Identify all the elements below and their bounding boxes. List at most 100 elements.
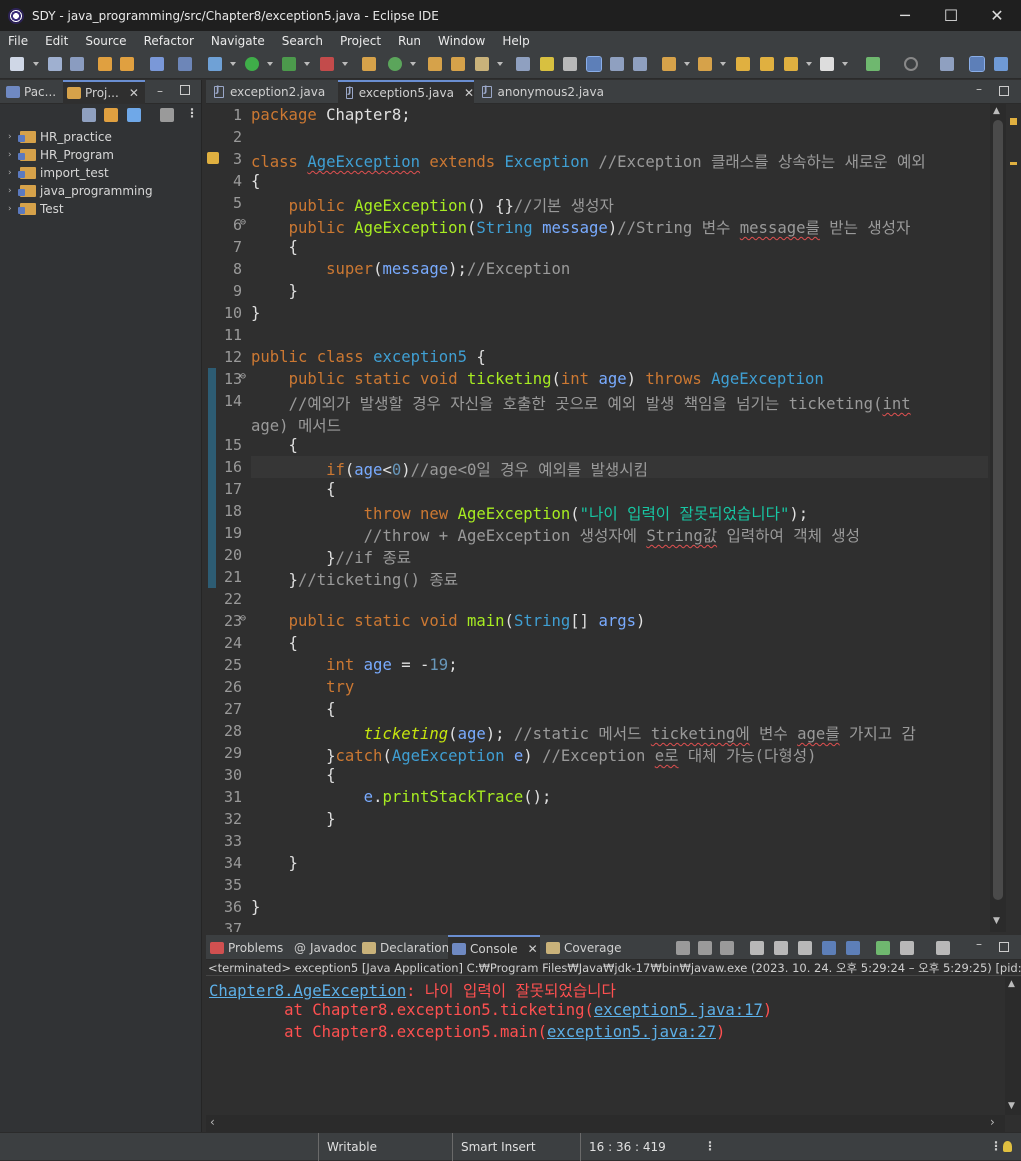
close-window-button[interactable]: ✕ bbox=[974, 0, 1020, 31]
maximize-editor-icon[interactable] bbox=[999, 86, 1009, 96]
menu-source[interactable]: Source bbox=[77, 34, 135, 48]
tree-item-test[interactable]: › Test bbox=[0, 200, 201, 218]
mark-occurrences-icon[interactable] bbox=[540, 57, 554, 71]
tab-exception5-java[interactable]: exception5.java✕ bbox=[338, 80, 474, 104]
scroll-down-icon[interactable]: ▼ bbox=[993, 916, 1000, 926]
remove-all-icon[interactable] bbox=[720, 941, 734, 955]
block-selection-icon[interactable] bbox=[563, 57, 577, 71]
console-horizontal-scrollbar[interactable]: ‹ › bbox=[206, 1115, 1005, 1132]
coverage-icon[interactable] bbox=[282, 57, 296, 71]
redo-icon[interactable] bbox=[120, 57, 134, 71]
close-tab-icon[interactable]: ✕ bbox=[528, 942, 538, 956]
maximize-view-icon[interactable] bbox=[180, 85, 190, 95]
java-perspective-icon[interactable] bbox=[969, 56, 985, 72]
status-more-icon[interactable]: ⋮ bbox=[990, 1139, 1002, 1153]
menu-project[interactable]: Project bbox=[332, 34, 390, 48]
clear-console-icon[interactable] bbox=[750, 941, 764, 955]
link-editor-icon[interactable] bbox=[104, 108, 118, 122]
console-vertical-scrollbar[interactable]: ▲ ▼ bbox=[1005, 977, 1021, 1115]
word-wrap-console-icon[interactable] bbox=[798, 941, 812, 955]
stacktrace-link[interactable]: exception5.java:27 bbox=[547, 1023, 716, 1041]
warning-summary-icon[interactable] bbox=[1010, 118, 1017, 125]
forward-icon[interactable] bbox=[820, 57, 834, 71]
whitespace-icon[interactable] bbox=[610, 57, 624, 71]
chevron-right-icon[interactable]: › bbox=[8, 186, 18, 196]
scroll-down-icon[interactable]: ▼ bbox=[1008, 1101, 1015, 1111]
next-annotation-icon[interactable] bbox=[662, 57, 676, 71]
maximize-console-icon[interactable] bbox=[999, 942, 1009, 952]
search-tool-icon[interactable] bbox=[475, 57, 489, 71]
tree-item-hr-practice[interactable]: › HR_practice bbox=[0, 128, 201, 146]
open-console-icon[interactable] bbox=[936, 941, 950, 955]
annotation-icon[interactable] bbox=[516, 57, 530, 71]
view-menu-icon[interactable] bbox=[160, 108, 174, 122]
remove-launch-icon[interactable] bbox=[698, 941, 712, 955]
save-icon[interactable] bbox=[48, 57, 62, 71]
status-menu-icon[interactable]: ⋮ bbox=[704, 1139, 716, 1153]
tab-coverage[interactable]: Coverage bbox=[546, 935, 622, 960]
back-icon[interactable] bbox=[784, 57, 798, 71]
chevron-right-icon[interactable]: › bbox=[8, 168, 18, 178]
tab-project-explorer[interactable]: Proj... ✕ bbox=[63, 80, 145, 104]
tab-problems[interactable]: Problems bbox=[210, 935, 283, 960]
menu-navigate[interactable]: Navigate bbox=[203, 34, 274, 48]
last-edit-icon[interactable] bbox=[736, 57, 750, 71]
chevron-right-icon[interactable]: › bbox=[8, 150, 18, 160]
debug-icon[interactable] bbox=[208, 57, 222, 71]
new-java-project-icon[interactable] bbox=[362, 57, 376, 71]
open-task-icon[interactable] bbox=[451, 57, 465, 71]
fold-icon[interactable]: ⊖ bbox=[240, 371, 246, 382]
scroll-up-icon[interactable]: ▲ bbox=[993, 106, 1000, 116]
debug-perspective-icon[interactable] bbox=[994, 57, 1008, 71]
save-all-icon[interactable] bbox=[70, 57, 84, 71]
new-class-icon[interactable] bbox=[388, 57, 402, 71]
open-type-icon[interactable] bbox=[428, 57, 442, 71]
console-output[interactable]: Chapter8.AgeException: 나이 입력이 잘못되었습니다 at… bbox=[206, 977, 1005, 1115]
skip-breakpoints-icon[interactable] bbox=[178, 57, 192, 71]
close-tab-icon[interactable]: ✕ bbox=[464, 86, 474, 100]
scrollbar-thumb[interactable] bbox=[993, 120, 1003, 900]
pin-console-icon[interactable] bbox=[876, 941, 890, 955]
forward-edit-icon[interactable] bbox=[760, 57, 774, 71]
chevron-right-icon[interactable]: › bbox=[8, 204, 18, 214]
pin-editor-icon[interactable] bbox=[866, 57, 880, 71]
filter-icon[interactable] bbox=[127, 108, 141, 122]
tree-item-hr-program[interactable]: › HR_Program bbox=[0, 146, 201, 164]
open-perspective-icon[interactable] bbox=[940, 57, 954, 71]
tab-exception2-java[interactable]: exception2.java bbox=[206, 80, 336, 104]
scroll-lock-icon[interactable] bbox=[774, 941, 788, 955]
word-wrap-icon[interactable] bbox=[586, 56, 602, 72]
menu-run[interactable]: Run bbox=[390, 34, 430, 48]
pilcrow-icon[interactable] bbox=[633, 57, 647, 71]
scroll-left-icon[interactable]: ‹ bbox=[210, 1115, 215, 1129]
tab-javadoc[interactable]: @ Javadoc bbox=[294, 935, 357, 960]
overview-ruler[interactable] bbox=[1006, 104, 1021, 932]
code-area[interactable]: 1 2 3 4 5 6 7 8 9 10 11 12 13 14 15 16 1… bbox=[206, 104, 988, 932]
tree-item-import-test[interactable]: › import_test bbox=[0, 164, 201, 182]
fold-icon[interactable]: ⊖ bbox=[240, 613, 246, 624]
minimize-button[interactable]: ─ bbox=[882, 0, 928, 31]
fold-icon[interactable]: ⊖ bbox=[240, 217, 246, 228]
menu-search[interactable]: Search bbox=[274, 34, 332, 48]
lightbulb-icon[interactable] bbox=[1003, 1141, 1012, 1152]
show-on-error-icon[interactable] bbox=[846, 941, 860, 955]
tree-item-java-programming[interactable]: › java_programming bbox=[0, 182, 201, 200]
search-icon[interactable] bbox=[904, 57, 918, 71]
scroll-up-icon[interactable]: ▲ bbox=[1008, 979, 1015, 989]
editor-vertical-scrollbar[interactable]: ▲ ▼ bbox=[990, 104, 1006, 932]
tab-console[interactable]: Console ✕ bbox=[448, 935, 540, 960]
minimize-view-icon[interactable]: – bbox=[157, 84, 163, 98]
undo-icon[interactable] bbox=[98, 57, 112, 71]
tab-package-explorer[interactable]: Pac... bbox=[6, 80, 62, 104]
stacktrace-link[interactable]: exception5.java:17 bbox=[594, 1001, 763, 1019]
minimize-console-icon[interactable]: – bbox=[976, 937, 982, 951]
warning-marker[interactable] bbox=[1010, 162, 1017, 165]
display-console-icon[interactable] bbox=[900, 941, 914, 955]
menu-window[interactable]: Window bbox=[430, 34, 494, 48]
close-tab-icon[interactable]: ✕ bbox=[129, 86, 139, 100]
menu-edit[interactable]: Edit bbox=[37, 34, 77, 48]
maximize-button[interactable]: ☐ bbox=[928, 0, 974, 31]
run-icon[interactable] bbox=[245, 57, 259, 71]
minimize-editor-icon[interactable]: – bbox=[976, 82, 982, 96]
menu-file[interactable]: File bbox=[0, 34, 37, 48]
